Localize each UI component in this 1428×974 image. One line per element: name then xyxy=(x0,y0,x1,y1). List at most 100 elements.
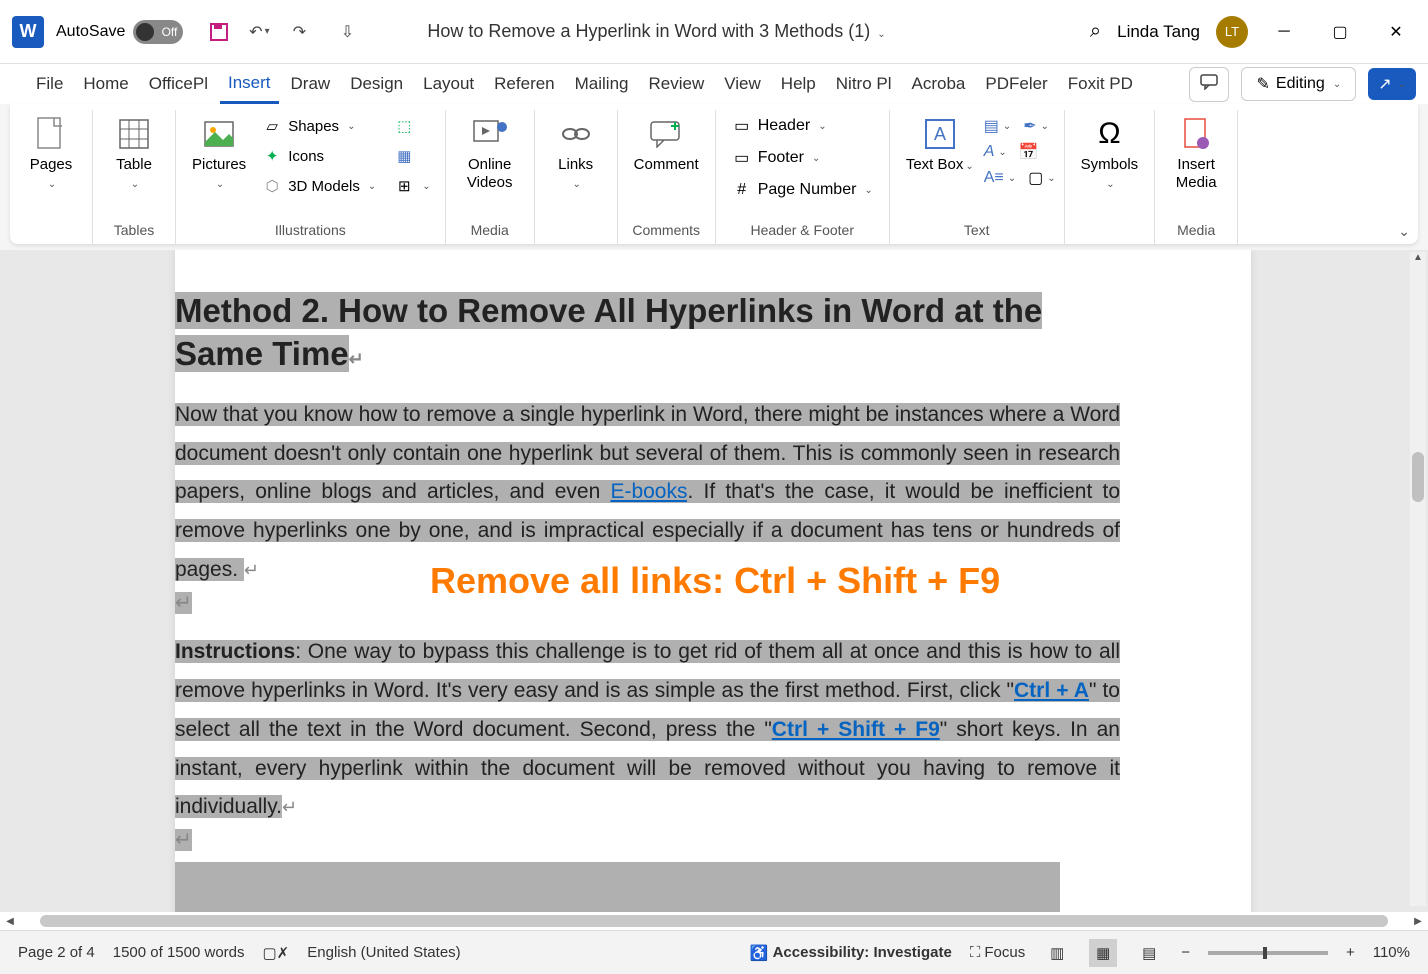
tab-officeplus[interactable]: OfficePl xyxy=(141,66,216,102)
chart-button[interactable]: ▦ xyxy=(388,142,436,170)
redo-icon[interactable]: ↷ xyxy=(287,20,311,44)
zoom-slider[interactable] xyxy=(1208,951,1328,955)
wordart-button[interactable]: A⌄ xyxy=(984,142,1007,162)
date-icon: 📅 xyxy=(1019,142,1039,162)
read-mode-button[interactable]: ▥ xyxy=(1043,939,1071,967)
tab-pdfelement[interactable]: PDFeler xyxy=(977,66,1055,102)
document-area[interactable]: Method 2. How to Remove All Hyperlinks i… xyxy=(0,250,1428,914)
group-insert-media: Insert Media Media xyxy=(1155,110,1238,244)
print-layout-button[interactable]: ▦ xyxy=(1089,939,1117,967)
tab-home[interactable]: Home xyxy=(75,66,136,102)
tab-review[interactable]: Review xyxy=(641,66,713,102)
undo-icon[interactable]: ↶▾ xyxy=(247,20,271,44)
tab-help[interactable]: Help xyxy=(773,66,824,102)
comment-icon xyxy=(648,116,684,152)
minimize-button[interactable]: ─ xyxy=(1264,12,1304,52)
signature-button[interactable]: ✒⌄ xyxy=(1023,116,1049,136)
user-name[interactable]: Linda Tang xyxy=(1117,22,1200,42)
drop-cap-button[interactable]: A≡⌄ xyxy=(984,168,1016,188)
tab-acrobat[interactable]: Acroba xyxy=(904,66,974,102)
screenshot-button[interactable]: ⊞⌄ xyxy=(388,172,436,200)
focus-button[interactable]: ⛶ Focus xyxy=(970,944,1025,961)
paragraph-intro: Now that you know how to remove a single… xyxy=(175,396,1120,590)
icons-button[interactable]: ✦Icons xyxy=(256,142,382,170)
tab-mailings[interactable]: Mailing xyxy=(567,66,637,102)
scroll-track[interactable] xyxy=(40,915,1388,927)
scroll-thumb[interactable] xyxy=(1412,452,1424,502)
tab-foxit[interactable]: Foxit PD xyxy=(1060,66,1141,102)
autosave-state: Off xyxy=(162,25,178,39)
online-videos-button[interactable]: Online Videos xyxy=(454,112,526,196)
page-indicator[interactable]: Page 2 of 4 xyxy=(18,944,95,961)
chevron-down-icon: ⌄ xyxy=(1333,79,1341,90)
tab-references[interactable]: Referen xyxy=(486,66,562,102)
footer-button[interactable]: ▭Footer ⌄ xyxy=(724,144,881,172)
table-button[interactable]: Table⌄ xyxy=(101,112,167,196)
vertical-scrollbar[interactable]: ▲ xyxy=(1410,252,1426,906)
comment-button[interactable]: Comment xyxy=(626,112,707,178)
zoom-in-button[interactable]: + xyxy=(1346,944,1355,961)
zoom-out-button[interactable]: − xyxy=(1181,944,1190,961)
object-button[interactable]: ▢⌄ xyxy=(1028,168,1056,188)
ribbon-tabs: File Home OfficePl Insert Draw Design La… xyxy=(0,64,1428,104)
screenshot-icon: ⊞ xyxy=(394,176,414,196)
tab-design[interactable]: Design xyxy=(342,66,411,102)
scroll-up-arrow[interactable]: ▲ xyxy=(1410,252,1426,263)
quick-parts-button[interactable]: ▤⌄ xyxy=(984,116,1012,136)
scroll-right-arrow[interactable]: ▶ xyxy=(1408,916,1428,927)
language-indicator[interactable]: English (United States) xyxy=(307,944,460,961)
web-layout-button[interactable]: ▤ xyxy=(1135,939,1163,967)
link-ctrl-a[interactable]: Ctrl + A xyxy=(1014,679,1089,702)
header-button[interactable]: ▭Header ⌄ xyxy=(724,112,881,140)
qat-more-icon[interactable]: ⇩ xyxy=(335,20,359,44)
tab-layout[interactable]: Layout xyxy=(415,66,482,102)
text-box-button[interactable]: A Text Box⌄ xyxy=(898,112,982,178)
group-illustrations: Pictures⌄ ▱Shapes ⌄ ✦Icons ⬡3D Models ⌄ … xyxy=(176,110,446,244)
close-button[interactable]: ✕ xyxy=(1376,12,1416,52)
autosave-toggle[interactable]: Off xyxy=(133,20,183,44)
share-button[interactable]: ↗ ⌄ xyxy=(1368,68,1416,100)
link-ebooks[interactable]: E-books xyxy=(610,480,687,503)
tab-nitro[interactable]: Nitro Pl xyxy=(828,66,900,102)
maximize-button[interactable]: ▢ xyxy=(1320,12,1360,52)
insert-media-button[interactable]: Insert Media xyxy=(1163,112,1229,196)
accessibility-status[interactable]: ♿ Accessibility: Investigate xyxy=(750,944,952,962)
tab-file[interactable]: File xyxy=(28,66,71,102)
tab-insert[interactable]: Insert xyxy=(220,65,279,104)
pictures-icon xyxy=(201,116,237,152)
document-title[interactable]: How to Remove a Hyperlink in Word with 3… xyxy=(367,21,1090,42)
date-time-button[interactable]: 📅 xyxy=(1019,142,1039,162)
paragraph-instructions: Instructions: One way to bypass this cha… xyxy=(175,633,1120,827)
pictures-button[interactable]: Pictures⌄ xyxy=(184,112,254,196)
cube-icon: ⬡ xyxy=(262,176,282,196)
word-count[interactable]: 1500 of 1500 words xyxy=(113,944,245,961)
shapes-icon: ▱ xyxy=(262,116,282,136)
zoom-knob[interactable] xyxy=(1263,947,1267,959)
page-number-button[interactable]: #Page Number ⌄ xyxy=(724,176,881,204)
3d-models-button[interactable]: ⬡3D Models ⌄ xyxy=(256,172,382,200)
spellcheck-icon[interactable]: ▢✗ xyxy=(263,944,290,962)
user-avatar[interactable]: LT xyxy=(1216,16,1248,48)
tab-view[interactable]: View xyxy=(716,66,769,102)
tab-draw[interactable]: Draw xyxy=(283,66,339,102)
scroll-left-arrow[interactable]: ◀ xyxy=(0,916,20,927)
smartart-button[interactable]: ⬚ xyxy=(388,112,436,140)
object-icon: ▢ xyxy=(1028,168,1043,188)
autosave-control[interactable]: AutoSave Off xyxy=(56,20,183,44)
link-ctrl-shift-f9[interactable]: Ctrl + Shift + F9 xyxy=(772,718,940,741)
comments-button[interactable] xyxy=(1189,67,1229,102)
links-button[interactable]: Links⌄ xyxy=(543,112,609,196)
search-icon[interactable]: ⌕ xyxy=(1090,20,1101,43)
save-icon[interactable] xyxy=(207,20,231,44)
collapse-ribbon-button[interactable]: ⌄ xyxy=(1398,223,1410,240)
icons-icon: ✦ xyxy=(262,146,282,166)
link-icon xyxy=(558,116,594,152)
ribbon: Pages⌄ Table⌄ Tables Pictures⌄ ▱Shapes ⌄… xyxy=(10,104,1418,244)
symbols-button[interactable]: Ω Symbols⌄ xyxy=(1073,112,1147,196)
shapes-button[interactable]: ▱Shapes ⌄ xyxy=(256,112,382,140)
pages-button[interactable]: Pages⌄ xyxy=(18,112,84,196)
horizontal-scrollbar[interactable]: ◀ ▶ xyxy=(0,912,1428,930)
wordart-icon: A xyxy=(984,143,995,161)
zoom-level[interactable]: 110% xyxy=(1373,944,1410,961)
editing-mode-button[interactable]: ✎ Editing ⌄ xyxy=(1241,67,1356,101)
